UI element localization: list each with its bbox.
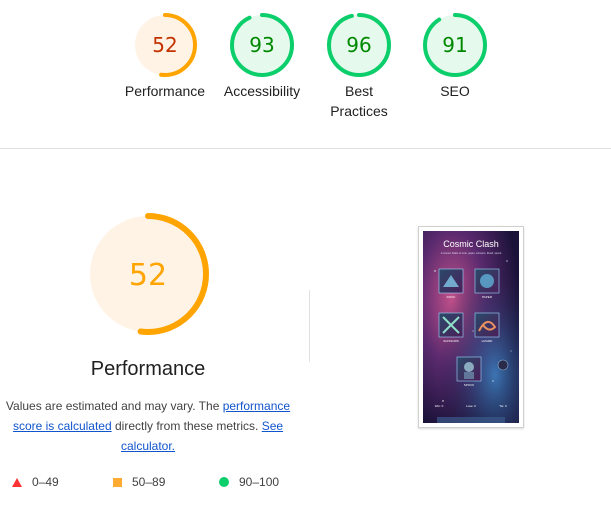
screenshot-image: Cosmic Clash A cosmic battle of rock, pa… xyxy=(423,231,519,423)
green-circle-icon xyxy=(219,477,229,487)
gauge-score: 52 xyxy=(152,33,177,57)
performance-gauge-large-ring: 52 xyxy=(87,213,209,335)
legend-pass: 90–100 xyxy=(219,472,279,492)
svg-text:SCISSORS: SCISSORS xyxy=(443,339,459,343)
gauge-score: 93 xyxy=(249,33,274,57)
legend-average: 50–89 xyxy=(113,472,165,492)
gauge-performance-ring: 52 xyxy=(133,13,197,77)
screenshot-preview: Cosmic Clash A cosmic battle of rock, pa… xyxy=(423,231,519,423)
cut-off-banner xyxy=(437,417,505,423)
svg-text:PAPER: PAPER xyxy=(482,295,493,299)
app-title: Cosmic Clash xyxy=(443,239,499,249)
legend-range: 90–100 xyxy=(239,475,280,489)
gauge-best-practices-ring: 96 xyxy=(327,13,391,77)
gauge-seo-ring: 91 xyxy=(423,13,487,77)
legend-range: 50–89 xyxy=(132,475,166,489)
red-triangle-icon xyxy=(12,477,22,487)
orange-square-icon xyxy=(113,477,122,487)
score-scale-legend: 0–49 50–89 90–100 xyxy=(0,472,296,492)
svg-text:ROCK: ROCK xyxy=(447,295,456,299)
gauge-label: Best Practices xyxy=(330,83,388,119)
gauge-label: SEO xyxy=(440,83,470,99)
performance-description: Values are estimated and may vary. The p… xyxy=(0,396,296,456)
nebula-overlay xyxy=(423,231,519,423)
wins-count: Win: 0 xyxy=(435,404,444,408)
ties-count: Tie: 0 xyxy=(499,404,507,408)
loses-count: Lose: 0 xyxy=(466,404,476,408)
performance-score: 52 xyxy=(129,258,167,293)
gauge-accessibility-ring: 93 xyxy=(230,13,294,77)
final-screenshot[interactable]: Cosmic Clash A cosmic battle of rock, pa… xyxy=(418,226,524,428)
app-subtitle: A cosmic battle of rock, paper, scissors… xyxy=(441,251,502,255)
gauge-score: 96 xyxy=(346,33,371,57)
gauge-score: 91 xyxy=(442,33,467,57)
legend-fail: 0–49 xyxy=(12,472,59,492)
performance-gauge-large: 52 xyxy=(86,212,210,341)
description-text: Values are estimated and may vary. The xyxy=(5,399,223,413)
section-divider xyxy=(0,148,611,149)
svg-text:SPOCK: SPOCK xyxy=(464,383,475,387)
category-gauges: 52 Performance 93 Accessibility 96 Best … xyxy=(0,0,611,148)
gauge-seo[interactable]: 91 SEO xyxy=(395,0,515,101)
planet-icon xyxy=(497,359,509,371)
vertical-divider xyxy=(309,290,310,362)
description-text: directly from these metrics. xyxy=(111,419,262,433)
svg-text:LIZARD: LIZARD xyxy=(482,339,494,343)
legend-range: 0–49 xyxy=(32,475,59,489)
performance-title: Performance xyxy=(90,358,206,380)
